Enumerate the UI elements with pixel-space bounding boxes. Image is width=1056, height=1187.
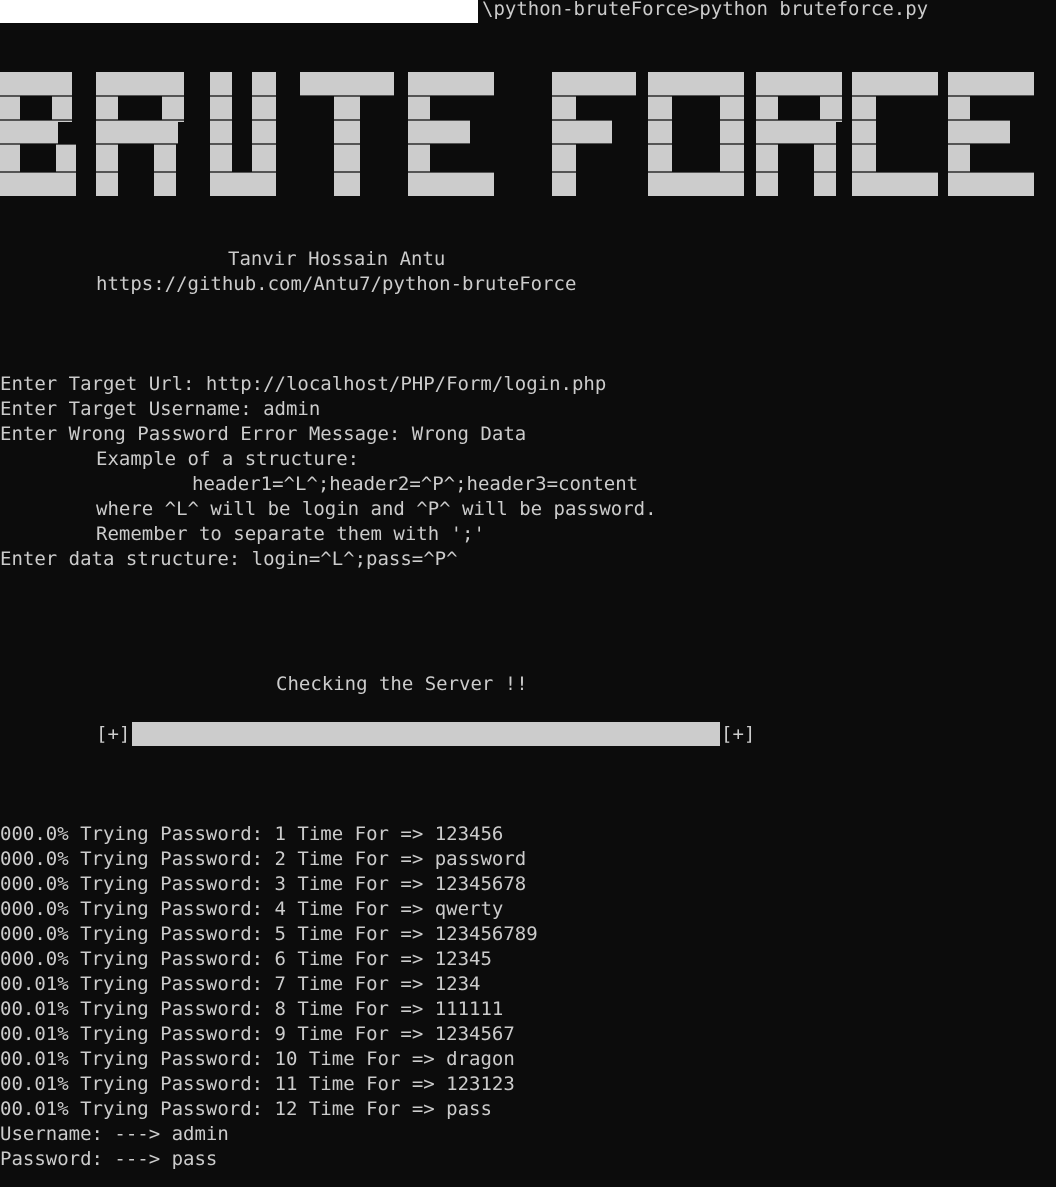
prompt-command: python bruteforce.py xyxy=(699,0,929,20)
attempt-row: 000.0% Trying Password: 2 Time For => pa… xyxy=(0,848,527,870)
target-url-line: Enter Target Url: http://localhost/PHP/F… xyxy=(0,373,607,395)
attempt-row: 000.0% Trying Password: 1 Time For => 12… xyxy=(0,823,504,845)
attempt-row: 00.01% Trying Password: 10 Time For => d… xyxy=(0,1048,515,1070)
progress-left-marker: [+] xyxy=(96,723,131,745)
attempt-row: 000.0% Trying Password: 3 Time For => 12… xyxy=(0,873,527,895)
checking-server-label: Checking the Server !! xyxy=(276,673,528,695)
progress-right-marker: [+] xyxy=(721,723,756,745)
error-message-line: Enter Wrong Password Error Message: Wron… xyxy=(0,423,527,445)
author-name: Tanvir Hossain Antu xyxy=(228,248,446,270)
example-where: where ^L^ will be login and ^P^ will be … xyxy=(96,498,657,520)
target-username-line: Enter Target Username: admin xyxy=(0,398,321,420)
terminal-window[interactable]: \python-bruteForce>python bruteforce.py xyxy=(0,0,1056,1187)
repo-link[interactable]: https://github.com/Antu7/python-bruteFor… xyxy=(96,272,576,297)
example-remember: Remember to separate them with ';' xyxy=(96,523,485,545)
attempt-row: 000.0% Trying Password: 6 Time For => 12… xyxy=(0,948,492,970)
attempt-row: 000.0% Trying Password: 5 Time For => 12… xyxy=(0,923,538,945)
example-value: header1=^L^;header2=^P^;header3=content xyxy=(192,473,639,495)
attempt-row: 000.0% Trying Password: 4 Time For => qw… xyxy=(0,898,504,920)
redacted-path xyxy=(0,0,478,23)
command-prompt: \python-bruteForce>python bruteforce.py xyxy=(482,0,928,22)
server-progress-bar xyxy=(132,722,720,746)
attempt-row: 00.01% Trying Password: 12 Time For => p… xyxy=(0,1098,492,1120)
example-heading: Example of a structure: xyxy=(96,448,360,470)
brute-force-banner xyxy=(0,72,1034,196)
attempt-row: 00.01% Trying Password: 9 Time For => 12… xyxy=(0,1023,515,1045)
data-structure-line: Enter data structure: login=^L^;pass=^P^ xyxy=(0,548,458,570)
result-username: Username: ---> admin xyxy=(0,1123,229,1145)
attempt-row: 00.01% Trying Password: 11 Time For => 1… xyxy=(0,1073,515,1095)
prompt-path: \python-bruteForce> xyxy=(482,0,700,20)
result-password: Password: ---> pass xyxy=(0,1148,218,1170)
attempt-row: 00.01% Trying Password: 8 Time For => 11… xyxy=(0,998,504,1020)
attempt-row: 00.01% Trying Password: 7 Time For => 12… xyxy=(0,973,481,995)
